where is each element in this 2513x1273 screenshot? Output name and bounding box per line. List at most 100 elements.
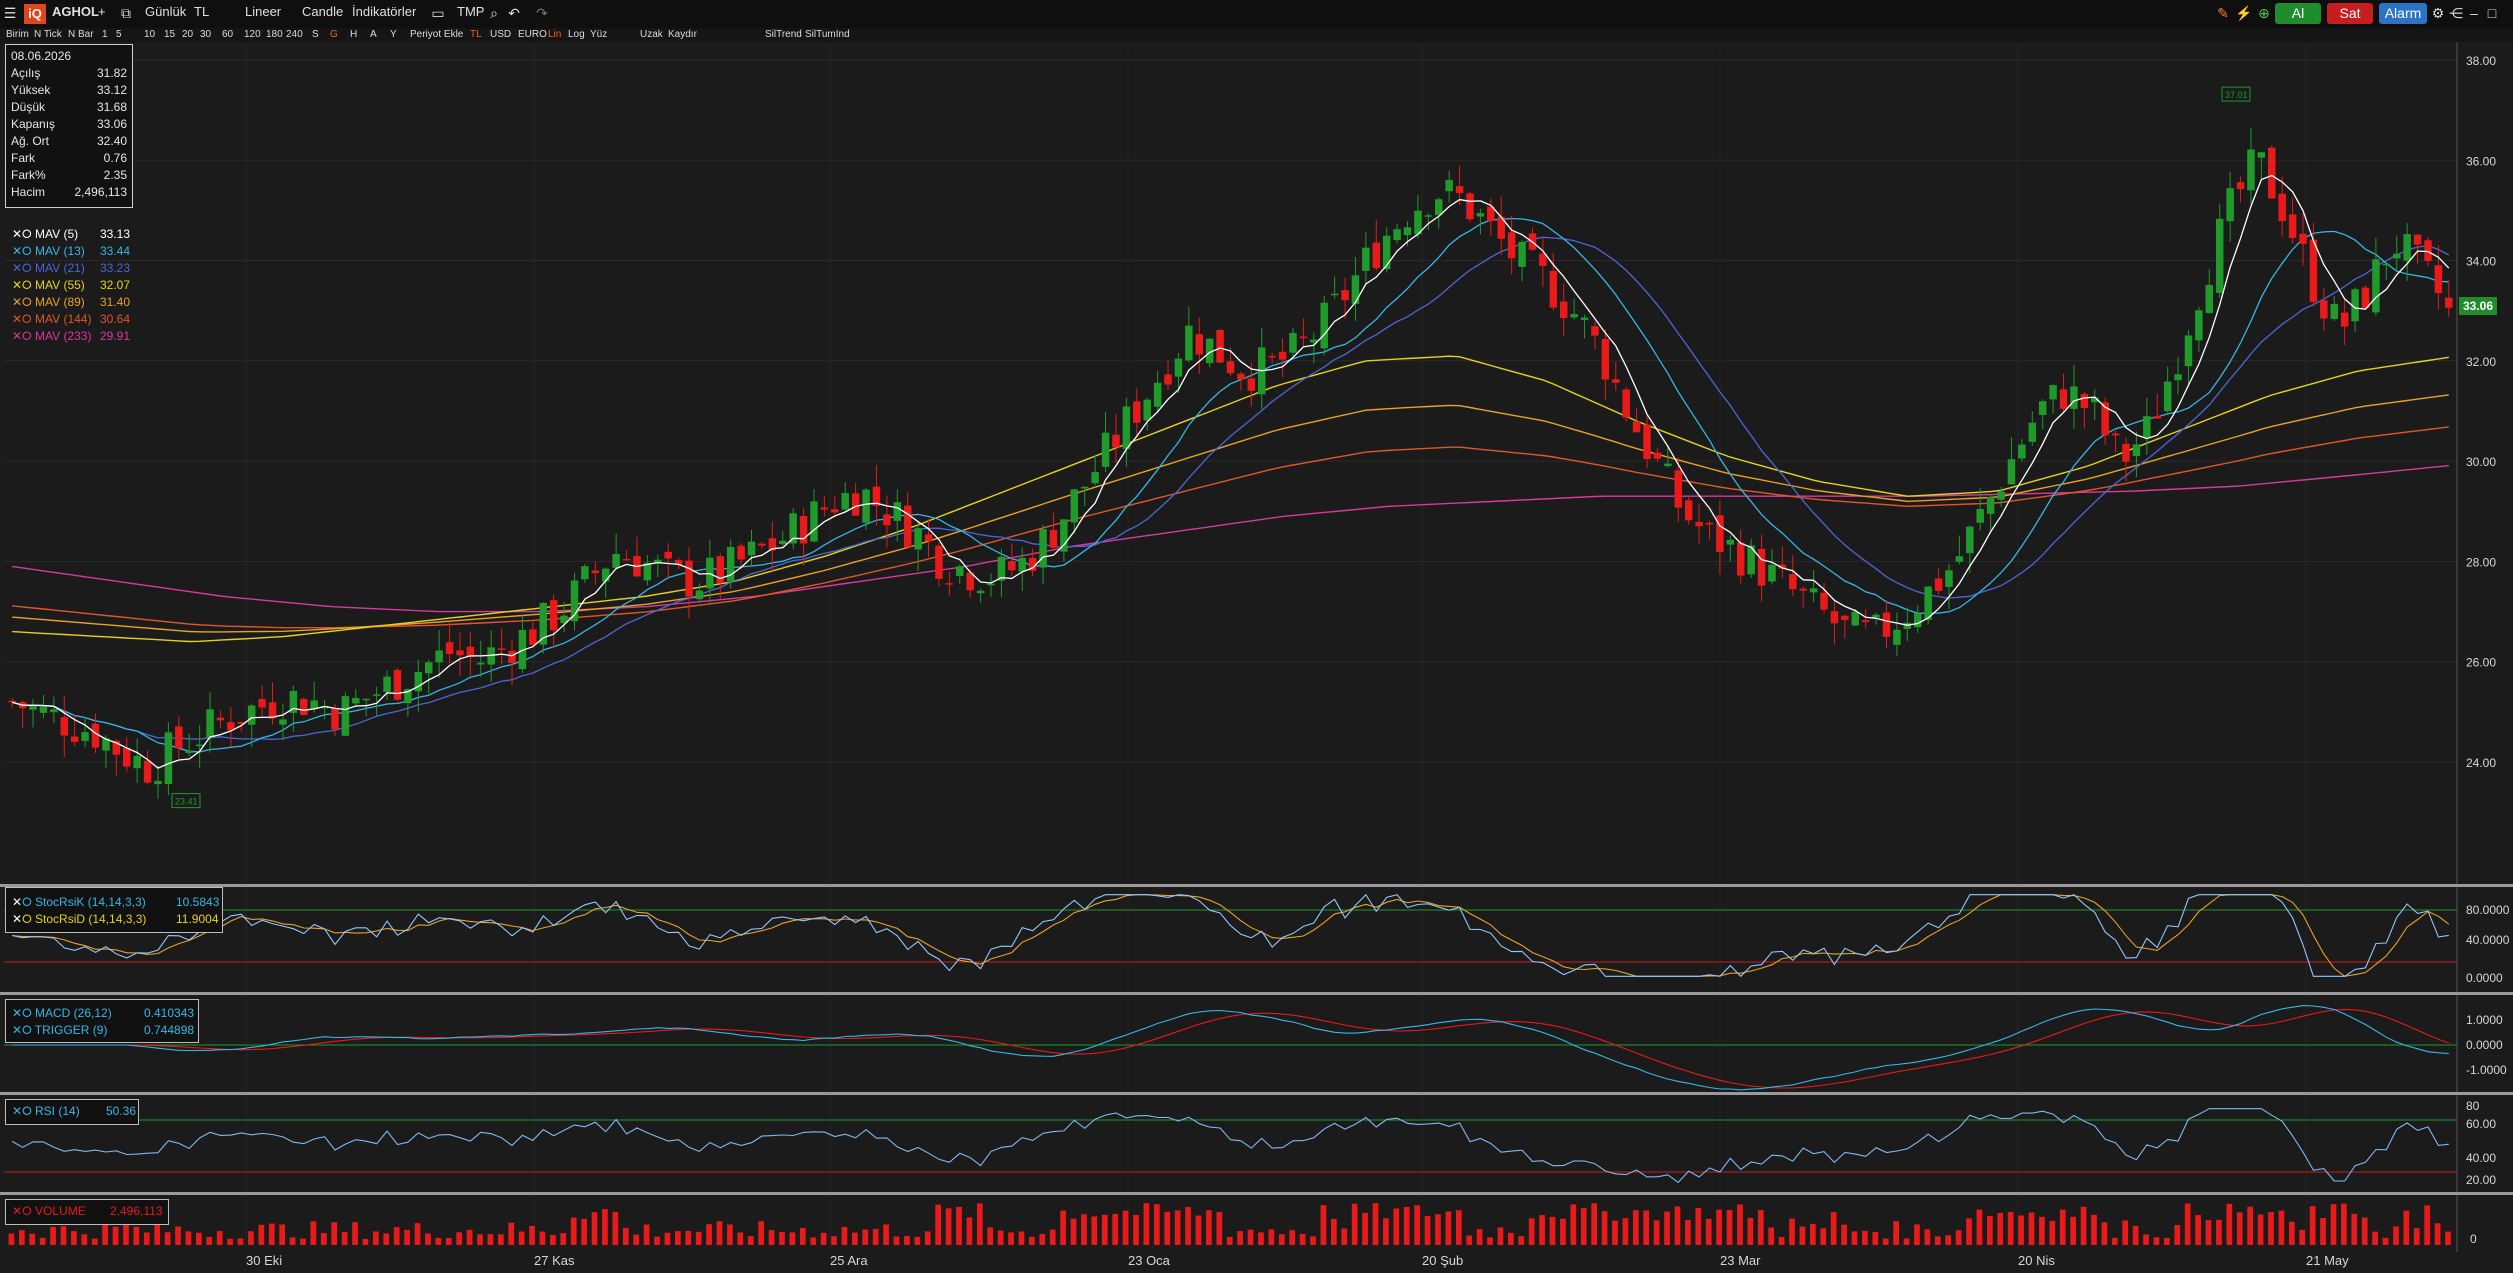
candle-body xyxy=(1622,389,1630,418)
subtoolbar-item[interactable]: 120 xyxy=(244,29,261,40)
close-icon[interactable]: ✕ xyxy=(12,895,22,909)
volume-bar xyxy=(2174,1225,2181,1245)
volume-bar xyxy=(2007,1211,2014,1245)
subtoolbar-item[interactable]: 30 xyxy=(200,29,211,40)
subtoolbar-item[interactable]: 1 xyxy=(102,29,108,40)
subtoolbar-item[interactable]: H xyxy=(350,29,357,40)
close-icon[interactable]: ✕⭘ xyxy=(12,312,35,326)
subtoolbar-item[interactable]: 15 xyxy=(164,29,175,40)
mav-legend-row[interactable]: ✕⭘ MAV (89) 31.40 xyxy=(12,295,130,311)
candle-body xyxy=(1684,500,1693,521)
subtoolbar-item[interactable]: S xyxy=(312,29,319,40)
sell-button[interactable]: Sat xyxy=(2327,3,2373,24)
subtoolbar-item[interactable]: 20 xyxy=(182,29,193,40)
subtoolbar-item[interactable]: TL xyxy=(470,29,482,40)
subtoolbar-item[interactable]: SilTumInd xyxy=(805,29,850,40)
subtoolbar-item[interactable]: 5 xyxy=(116,29,122,40)
visibility-icon[interactable]: ⭘ xyxy=(22,912,32,926)
symbol-label[interactable]: AGHOL xyxy=(52,4,99,19)
add-circle-icon[interactable]: ⊕ xyxy=(2256,5,2272,21)
visibility-icon[interactable]: ⭘ xyxy=(22,1104,32,1118)
close-icon[interactable]: ✕ xyxy=(12,1204,22,1218)
subtoolbar-item[interactable]: Log xyxy=(568,29,585,40)
mav-legend-row[interactable]: ✕⭘ MAV (55) 32.07 xyxy=(12,278,130,294)
subtoolbar-item[interactable]: Kaydır xyxy=(668,29,697,40)
subtoolbar-item[interactable]: Lin xyxy=(548,29,561,40)
close-icon[interactable]: ✕⭘ xyxy=(12,295,35,309)
candle-body xyxy=(2288,214,2297,238)
folder-icon[interactable]: ▭ xyxy=(430,5,446,21)
volume-bar xyxy=(2122,1220,2129,1245)
close-icon[interactable]: ✕ xyxy=(12,1104,22,1118)
period-select[interactable]: Günlük xyxy=(145,4,186,19)
minimize-icon[interactable]: – xyxy=(2466,5,2482,21)
price-chart[interactable]: 38.00 36.00 34.00 32.00 30.00 28.00 26.00 24.00… xyxy=(0,42,2513,1273)
subtoolbar-item[interactable]: Yüz xyxy=(590,29,607,40)
subtoolbar-item[interactable]: N Tick xyxy=(34,29,62,40)
close-icon[interactable]: ✕ xyxy=(12,1023,22,1037)
mav-legend-row[interactable]: ✕⭘ MAV (144) 30.64 xyxy=(12,312,130,328)
subtoolbar-item[interactable]: USD xyxy=(490,29,511,40)
subtoolbar-item[interactable]: SilTrend xyxy=(765,29,802,40)
info-value: 0.76 xyxy=(103,151,127,165)
subtoolbar-item[interactable]: 60 xyxy=(222,29,233,40)
visibility-icon[interactable]: ⭘ xyxy=(22,1006,32,1020)
add-symbol-button[interactable]: + xyxy=(98,4,106,19)
scale-select[interactable]: Lineer xyxy=(245,4,281,19)
close-icon[interactable]: ✕⭘ xyxy=(12,278,35,292)
close-icon[interactable]: ✕⭘ xyxy=(12,261,35,275)
buy-button[interactable]: Al xyxy=(2275,3,2321,24)
candle-body xyxy=(685,560,693,597)
template-button[interactable]: TMP xyxy=(457,4,484,19)
subtoolbar-item[interactable]: Uzak xyxy=(640,29,663,40)
subtoolbar-item[interactable]: EURO xyxy=(518,29,547,40)
volume-bar xyxy=(1674,1206,1681,1245)
close-icon[interactable]: ✕⭘ xyxy=(12,244,35,258)
subtoolbar-item[interactable]: 240 xyxy=(286,29,303,40)
alarm-button[interactable]: Alarm xyxy=(2379,3,2427,24)
close-icon[interactable]: ✕⭘ xyxy=(12,329,35,343)
close-icon[interactable]: ✕ xyxy=(12,1006,22,1020)
candle-body xyxy=(1861,620,1870,622)
close-icon[interactable]: ✕⭘ xyxy=(12,227,35,241)
subtoolbar-item[interactable]: 180 xyxy=(266,29,283,40)
visibility-icon[interactable]: ⭘ xyxy=(22,895,32,909)
pencil-icon[interactable]: ✎ xyxy=(2215,5,2231,21)
external-link-icon[interactable]: ⧉ xyxy=(118,5,134,21)
candle-body xyxy=(2413,234,2422,245)
info-key: Ağ. Ort xyxy=(11,134,50,148)
panel-axis-label: 80.0000 xyxy=(2466,903,2510,917)
redo-icon[interactable]: ↷ xyxy=(534,5,550,21)
volume-label: VOLUME xyxy=(35,1204,86,1218)
subtoolbar-item[interactable]: Y xyxy=(390,29,397,40)
subtoolbar-item[interactable]: 10 xyxy=(144,29,155,40)
subtoolbar-item[interactable]: G xyxy=(330,29,338,40)
candle-body xyxy=(1799,588,1807,591)
visibility-icon[interactable]: ⭘ xyxy=(22,1204,32,1218)
mav-legend-row[interactable]: ✕⭘ MAV (21) 33.23 xyxy=(12,261,130,277)
mav-value: 29.91 xyxy=(100,329,131,343)
candle-body xyxy=(1018,557,1026,572)
share-icon[interactable]: ⋲ xyxy=(2448,5,2464,21)
search-icon[interactable]: ⌕ xyxy=(486,5,502,21)
indicators-menu[interactable]: İndikatörler xyxy=(352,4,416,19)
candle-body xyxy=(841,493,849,510)
mav-legend-row[interactable]: ✕⭘ MAV (233) 29.91 xyxy=(12,329,130,345)
candle-body xyxy=(2299,233,2307,244)
subtoolbar-item[interactable]: A xyxy=(370,29,377,40)
undo-icon[interactable]: ↶ xyxy=(506,5,522,21)
maximize-icon[interactable]: □ xyxy=(2484,5,2500,21)
menu-icon[interactable]: ☰ xyxy=(2,5,18,21)
visibility-icon[interactable]: ⭘ xyxy=(22,1023,32,1037)
candle-body xyxy=(1424,215,1433,217)
currency-select[interactable]: TL xyxy=(194,4,209,19)
mav-legend-row[interactable]: ✕⭘ MAV (5) 33.13 xyxy=(12,227,130,243)
chart-style-select[interactable]: Candle xyxy=(302,4,343,19)
lightning-icon[interactable]: ⚡ xyxy=(2235,5,2252,21)
close-icon[interactable]: ✕ xyxy=(12,912,22,926)
subtoolbar-item[interactable]: Periyot Ekle xyxy=(410,29,463,40)
subtoolbar-item[interactable]: Birim xyxy=(6,29,29,40)
mav-legend-row[interactable]: ✕⭘ MAV (13) 33.44 xyxy=(12,244,130,260)
subtoolbar-item[interactable]: N Bar xyxy=(68,29,94,40)
gear-icon[interactable]: ⚙ xyxy=(2430,5,2446,21)
